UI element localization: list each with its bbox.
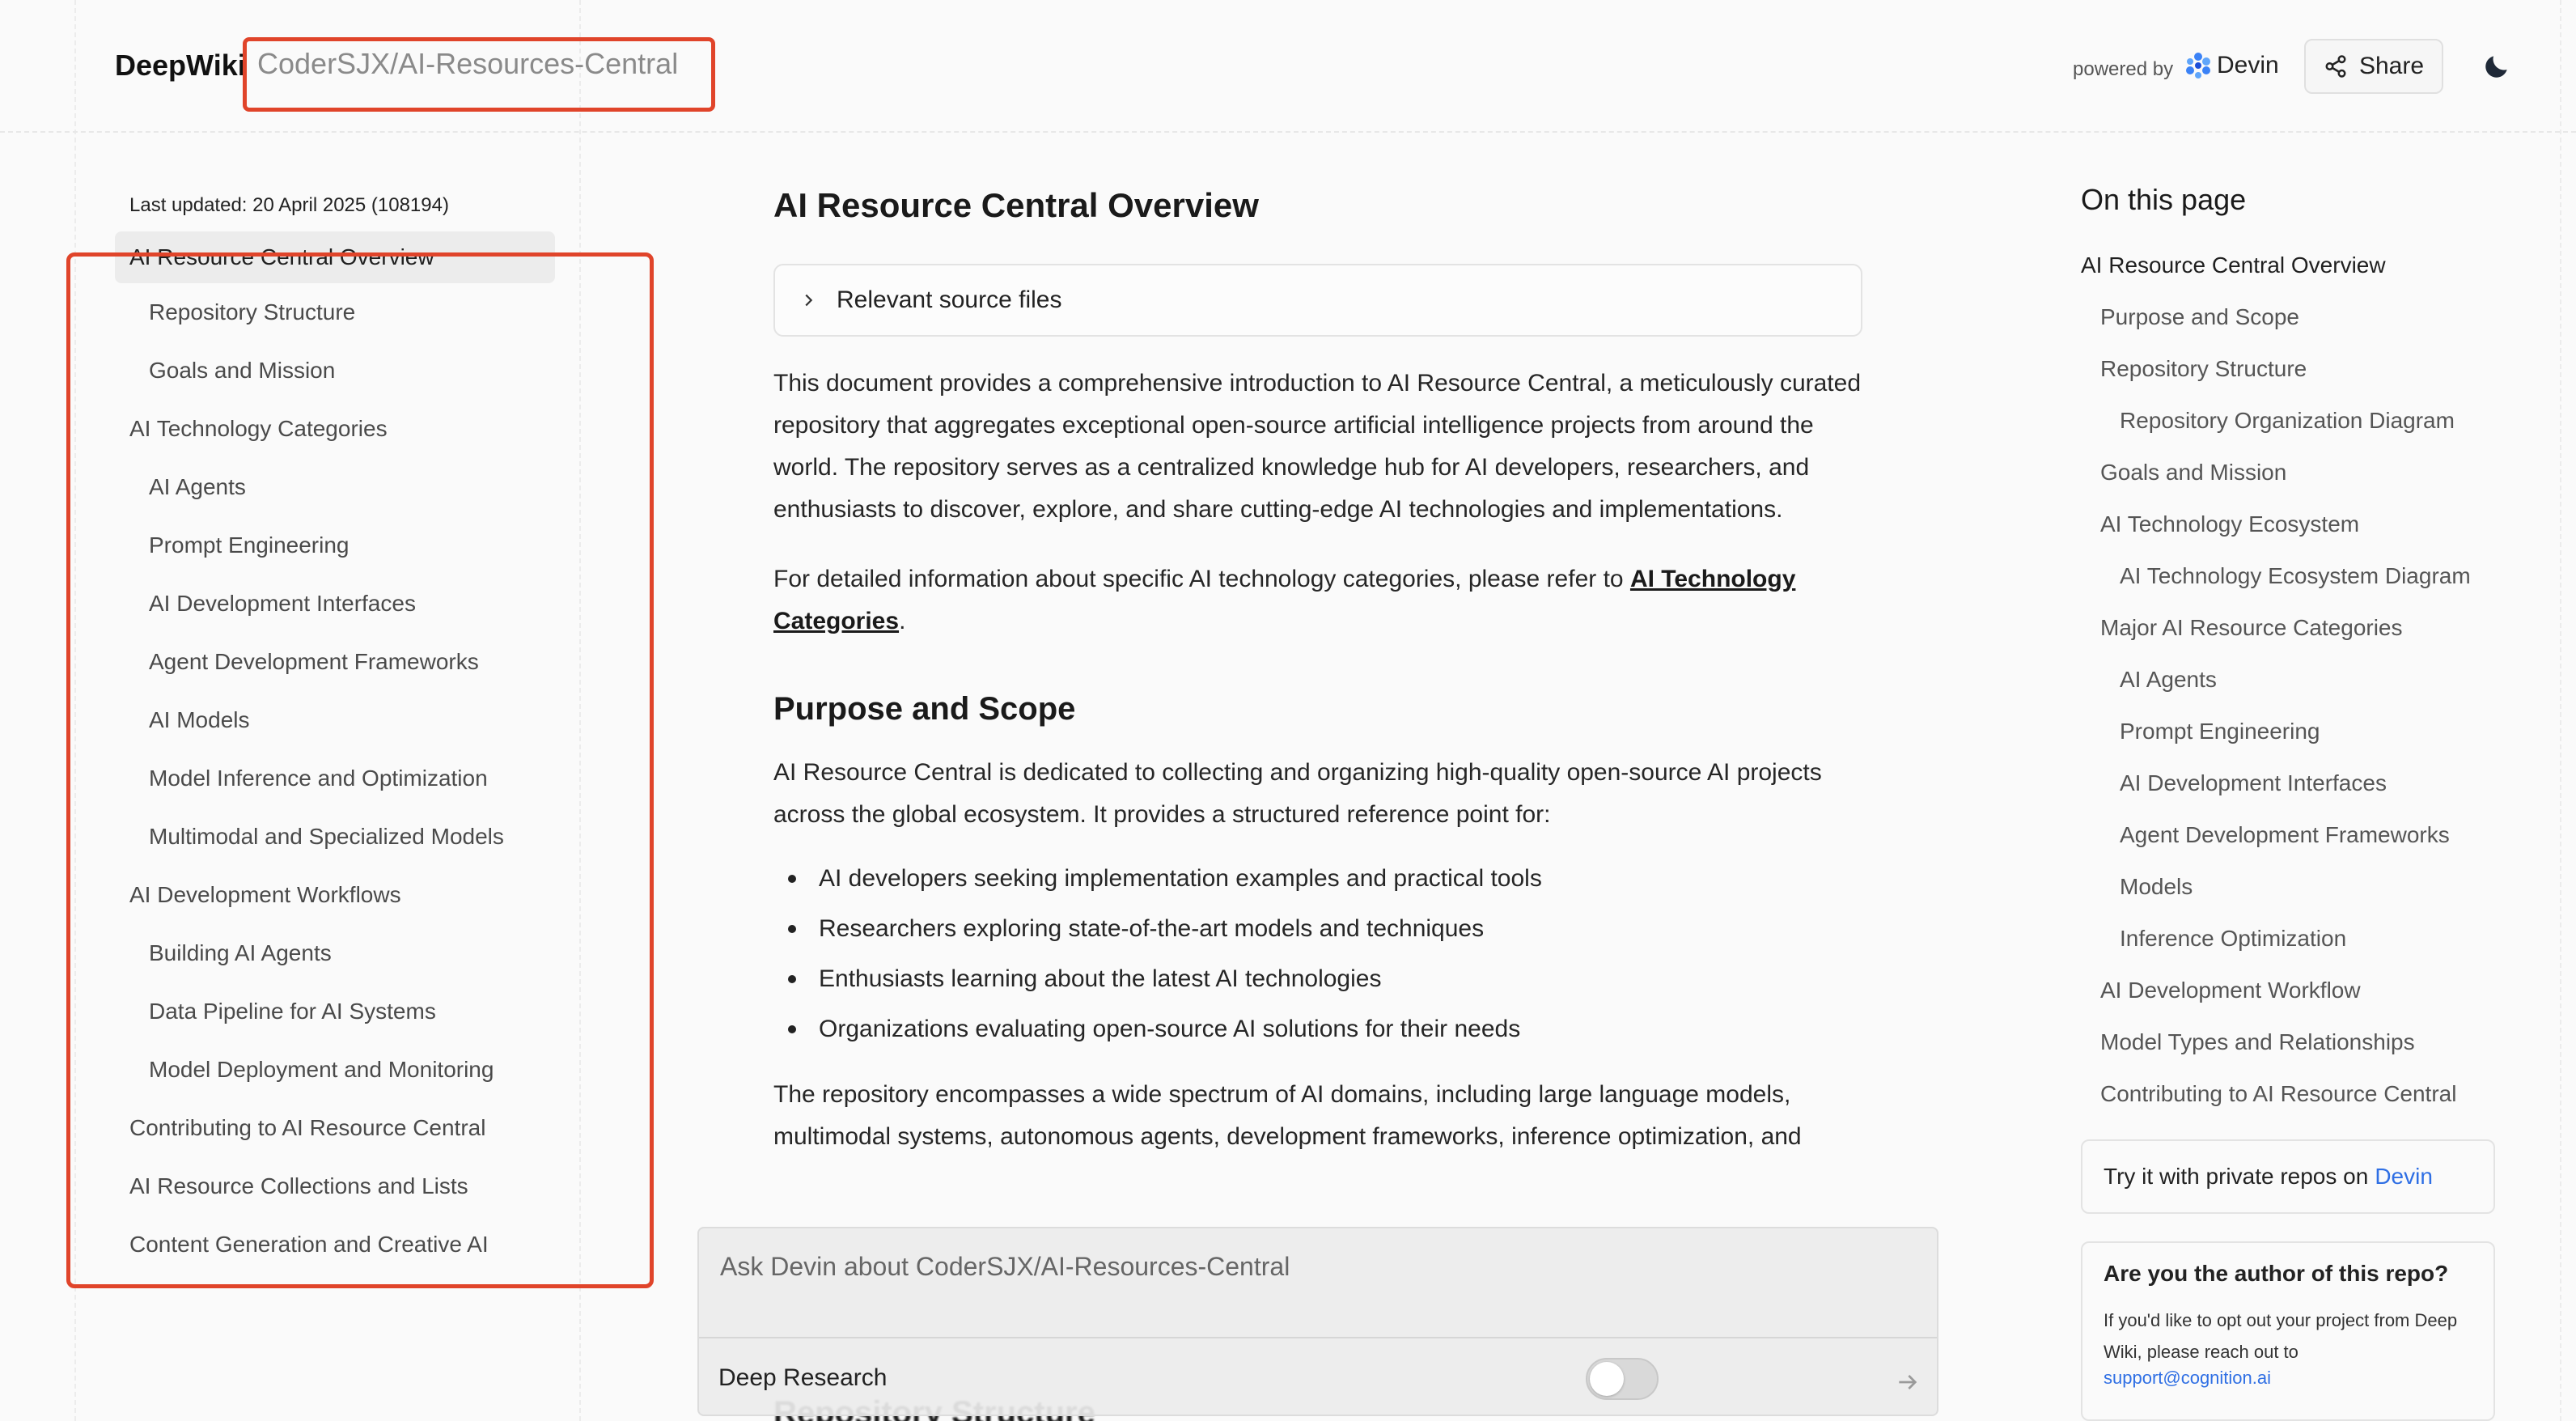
share-button-label: Share bbox=[2358, 53, 2425, 79]
detail-suffix: . bbox=[899, 608, 906, 634]
arrow-right-icon bbox=[1899, 1375, 1917, 1389]
deep-research-label: Deep Research bbox=[718, 1364, 888, 1391]
author-card-body: If you'd like to opt out your project fr… bbox=[2104, 1310, 2458, 1362]
share-button[interactable]: Share bbox=[2304, 39, 2443, 94]
toc-item[interactable]: Agent Development Frameworks bbox=[2081, 809, 2502, 861]
spectrum-paragraph: The repository encompasses a wide spectr… bbox=[773, 1081, 1802, 1150]
toc-item[interactable]: Repository Structure bbox=[2081, 343, 2502, 395]
sidebar-highlight-box bbox=[66, 252, 654, 1288]
detail-prefix: For detailed information about specific … bbox=[773, 566, 1630, 592]
private-repos-text: Try it with private repos on bbox=[2104, 1164, 2369, 1189]
support-email-link[interactable]: support@cognition.ai bbox=[2104, 1368, 2472, 1389]
toc-item[interactable]: Contributing to AI Resource Central bbox=[2081, 1068, 2502, 1120]
toc-item[interactable]: Model Types and Relationships bbox=[2081, 1016, 2502, 1068]
toc-item[interactable]: AI Development Workflow bbox=[2081, 965, 2502, 1016]
chevron-right-icon bbox=[805, 294, 813, 307]
audience-list-item: AI developers seeking implementation exa… bbox=[773, 854, 1861, 904]
private-repos-devin-link[interactable]: Devin bbox=[2375, 1164, 2433, 1190]
relevant-source-files-toggle[interactable]: Relevant source files bbox=[773, 264, 1862, 337]
deep-research-toggle[interactable] bbox=[1586, 1358, 1659, 1400]
ask-devin-input[interactable] bbox=[699, 1228, 1937, 1338]
toc-item[interactable]: Goals and Mission bbox=[2081, 447, 2502, 498]
page-guide-right bbox=[2560, 0, 2561, 1421]
audience-list: AI developers seeking implementation exa… bbox=[773, 854, 1861, 1054]
deepwiki-logo[interactable]: DeepWiki bbox=[115, 49, 246, 83]
send-button[interactable] bbox=[1888, 1363, 1927, 1402]
toc-item[interactable]: Repository Organization Diagram bbox=[2081, 395, 2502, 447]
devin-link[interactable]: Devin bbox=[2217, 52, 2279, 79]
audience-list-item: Enthusiasts learning about the latest AI… bbox=[773, 954, 1861, 1004]
toc-item[interactable]: AI Technology Ecosystem bbox=[2081, 498, 2502, 550]
relevant-source-files-label: Relevant source files bbox=[837, 286, 1062, 313]
toc-item[interactable]: Prompt Engineering bbox=[2081, 706, 2502, 757]
top-header: DeepWiki CoderSJX/AI-Resources-Central p… bbox=[0, 0, 2576, 133]
moon-icon bbox=[2485, 56, 2507, 78]
toc-title: On this page bbox=[2081, 183, 2247, 216]
audience-list-item: Researchers exploring state-of-the-art m… bbox=[773, 904, 1861, 954]
private-repos-card: Try it with private repos on Devin bbox=[2081, 1139, 2495, 1214]
page-title: AI Resource Central Overview bbox=[773, 186, 1259, 224]
audience-list-item: Organizations evaluating open-source AI … bbox=[773, 1004, 1861, 1054]
repo-title-highlight-box bbox=[243, 37, 715, 112]
toc-item[interactable]: Major AI Resource Categories bbox=[2081, 602, 2502, 654]
last-updated-label: Last updated: 20 April 2025 (108194) bbox=[129, 194, 449, 216]
purpose-paragraph: AI Resource Central is dedicated to coll… bbox=[773, 759, 1822, 828]
toc-item[interactable]: AI Development Interfaces bbox=[2081, 757, 2502, 809]
toc-item[interactable]: AI Agents bbox=[2081, 654, 2502, 706]
main-content: AI Resource Central Overview Relevant so… bbox=[773, 186, 1862, 1158]
toc-item[interactable]: AI Technology Ecosystem Diagram bbox=[2081, 550, 2502, 602]
toc-item[interactable]: Models bbox=[2081, 861, 2502, 913]
devin-logo-icon[interactable] bbox=[2184, 52, 2212, 79]
intro-paragraph: This document provides a comprehensive i… bbox=[773, 370, 1862, 523]
detail-paragraph: For detailed information about specific … bbox=[773, 558, 1861, 643]
share-icon bbox=[2325, 55, 2346, 78]
ask-devin-panel: Deep Research bbox=[697, 1227, 1938, 1416]
toc-item[interactable]: Purpose and Scope bbox=[2081, 291, 2502, 343]
section-title-purpose: Purpose and Scope bbox=[773, 691, 1076, 727]
toc-list: AI Resource Central Overview Purpose and … bbox=[2081, 240, 2502, 1120]
powered-by-label: powered by bbox=[2073, 58, 2174, 80]
toc-item[interactable]: AI Resource Central Overview bbox=[2081, 240, 2502, 291]
author-card: Are you the author of this repo? If you'… bbox=[2081, 1241, 2495, 1421]
theme-toggle-button[interactable] bbox=[2476, 45, 2518, 87]
author-card-title: Are you the author of this repo? bbox=[2104, 1261, 2449, 1286]
toc-item[interactable]: Inference Optimization bbox=[2081, 913, 2502, 965]
